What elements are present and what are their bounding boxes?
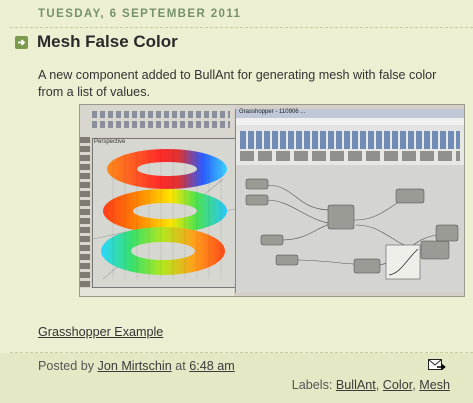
label-link-color[interactable]: Color [383,378,412,392]
timestamp-link[interactable]: 6:48 am [189,359,235,373]
viewport-label: Perspective [94,139,126,145]
author-link[interactable]: Jon Mirtschin [98,359,172,373]
gh-title: Grasshopper - 110906 ... [236,109,464,118]
rhino-viewport [92,138,236,288]
grasshopper-window: Grasshopper - 110906 ... [235,109,464,293]
gh-canvas [236,165,464,293]
label-link-bullant[interactable]: BullAnt [336,378,376,392]
post-byline: Posted by Jon Mirtschin at 6:48 am [38,359,235,373]
labels-prefix: Labels: [291,378,333,392]
grasshopper-example-link[interactable]: Grasshopper Example [38,325,163,339]
at-label: at [175,359,186,373]
rhino-side-toolbar [80,137,90,287]
arrow-right-icon [15,36,28,49]
gh-menu-bar [236,118,464,125]
rhino-toolbar [80,105,234,137]
date-divider [10,27,473,28]
post-screenshot[interactable]: Perspective Grasshopper - 110906 ... [79,104,465,297]
rhino-status-bar [80,288,234,296]
post-body: A new component added to BullAnt for gen… [38,68,437,99]
post-title[interactable]: Mesh False Color [37,32,178,52]
posted-by-label: Posted by [38,359,95,373]
gh-component-icons-row2 [240,151,460,161]
post-labels: Labels: BullAnt, Color, Mesh [291,378,450,392]
email-post-icon[interactable] [428,359,446,372]
date-header: Tuesday, 6 September 2011 [38,8,242,20]
label-link-mesh[interactable]: Mesh [419,378,450,392]
gh-component-icons [240,131,460,149]
